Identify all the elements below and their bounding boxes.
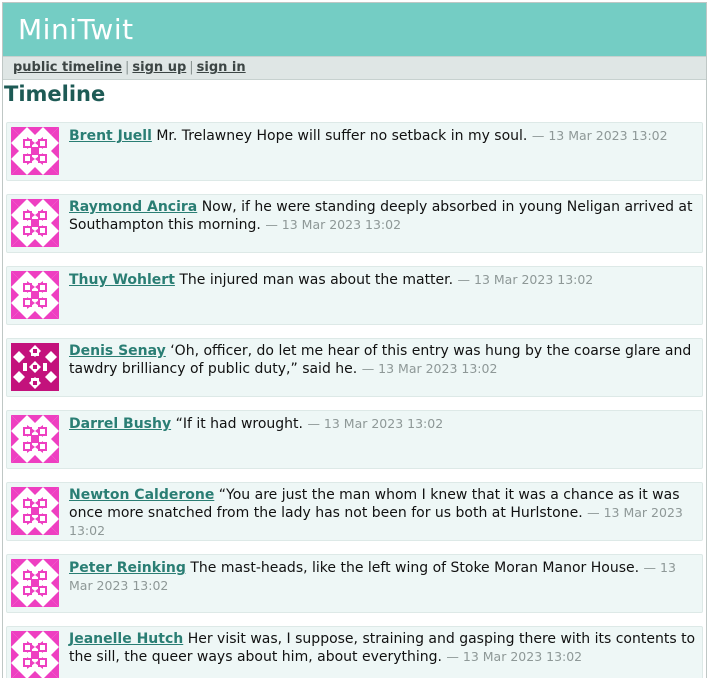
message-item: Raymond Ancira Now, if he were standing …: [6, 194, 703, 253]
author-link[interactable]: Jeanelle Hutch: [69, 631, 183, 647]
message-timestamp: — 13 Mar 2023 13:02: [457, 272, 594, 287]
message-item: Peter Reinking The mast-heads, like the …: [6, 554, 703, 613]
message-body: Raymond Ancira Now, if he were standing …: [69, 199, 696, 234]
page-title: Timeline: [4, 82, 106, 106]
author-link[interactable]: Newton Calderone: [69, 487, 214, 503]
author-link[interactable]: Raymond Ancira: [69, 199, 197, 215]
message-timestamp: — 13 Mar 2023 13:02: [531, 128, 668, 143]
app-title: MiniTwit: [18, 13, 134, 46]
author-link[interactable]: Brent Juell: [69, 128, 152, 144]
nav-separator: |: [189, 60, 194, 75]
avatar-identicon: [11, 127, 59, 175]
message-timestamp: — 13 Mar 2023 13:02: [361, 361, 498, 376]
author-link[interactable]: Darrel Bushy: [69, 416, 171, 432]
author-link[interactable]: Peter Reinking: [69, 560, 186, 576]
avatar-identicon: [11, 415, 59, 463]
message-body: Jeanelle Hutch Her visit was, I suppose,…: [69, 631, 696, 666]
message-item: Brent Juell Mr. Trelawney Hope will suff…: [6, 122, 703, 181]
message-body: Brent Juell Mr. Trelawney Hope will suff…: [69, 127, 696, 145]
nav-separator: |: [125, 60, 130, 75]
avatar-identicon: [11, 199, 59, 247]
message-text: “If it had wrought.: [175, 416, 303, 432]
nav-bar: public timeline | sign up | sign in: [3, 56, 706, 80]
avatar-identicon: [11, 487, 59, 535]
message-body: Newton Calderone “You are just the man w…: [69, 487, 696, 540]
message-body: Peter Reinking The mast-heads, like the …: [69, 559, 696, 595]
sign-in-link[interactable]: sign in: [197, 60, 246, 75]
message-item: Jeanelle Hutch Her visit was, I suppose,…: [6, 626, 703, 678]
message-text: Mr. Trelawney Hope will suffer no setbac…: [156, 128, 528, 144]
message-item: Darrel Bushy “If it had wrought. — 13 Ma…: [6, 410, 703, 469]
avatar-identicon: [11, 631, 59, 678]
message-item: Denis Senay ‘Oh, officer, do let me hear…: [6, 338, 703, 397]
avatar-identicon: [11, 271, 59, 319]
author-link[interactable]: Denis Senay: [69, 343, 166, 359]
message-list: Brent Juell Mr. Trelawney Hope will suff…: [6, 122, 703, 678]
message-item: Newton Calderone “You are just the man w…: [6, 482, 703, 541]
message-item: Thuy Wohlert The injured man was about t…: [6, 266, 703, 325]
sign-up-link[interactable]: sign up: [132, 60, 186, 75]
avatar-identicon: [11, 559, 59, 607]
avatar-identicon: [11, 343, 59, 391]
page-container: MiniTwit public timeline | sign up | sign in…: [2, 2, 707, 678]
author-link[interactable]: Thuy Wohlert: [69, 272, 175, 288]
message-timestamp: — 13 Mar 2023 13:02: [265, 217, 402, 232]
message-body: Denis Senay ‘Oh, officer, do let me hear…: [69, 343, 696, 378]
app-header: MiniTwit: [3, 3, 706, 56]
message-text: The mast-heads, like the left wing of St…: [190, 560, 640, 576]
message-body: Darrel Bushy “If it had wrought. — 13 Ma…: [69, 415, 696, 433]
message-body: Thuy Wohlert The injured man was about t…: [69, 271, 696, 289]
public-timeline-link[interactable]: public timeline: [13, 60, 122, 75]
message-text: The injured man was about the matter.: [179, 272, 454, 288]
message-timestamp: — 13 Mar 2023 13:02: [446, 649, 583, 664]
message-timestamp: — 13 Mar 2023 13:02: [307, 416, 444, 431]
